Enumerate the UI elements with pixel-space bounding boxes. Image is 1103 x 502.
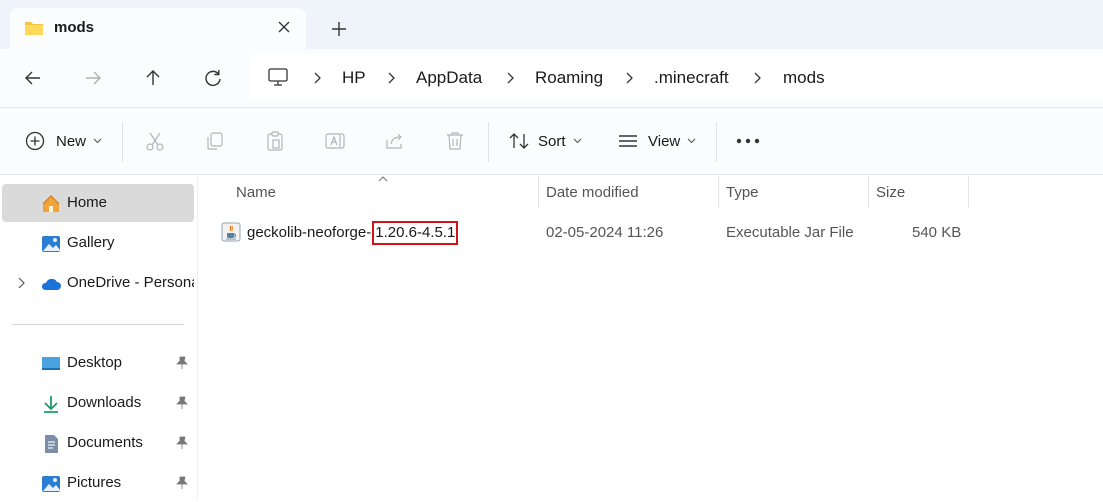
file-size: 540 KB	[912, 224, 962, 241]
breadcrumb-hp[interactable]: HP	[342, 68, 366, 88]
sidebar-item-label: OneDrive - Personal	[67, 274, 194, 291]
toolbar-separator	[122, 122, 123, 162]
view-icon	[619, 135, 637, 147]
file-name-prefix: geckolib-neoforge-	[247, 224, 372, 241]
breadcrumb-roaming[interactable]: Roaming	[535, 68, 603, 88]
chevron-down-icon	[687, 138, 696, 144]
table-row[interactable]: geckolib-neoforge- 1.20.6-4.5.1 02-05-202…	[198, 214, 1103, 250]
column-header-size[interactable]: Size	[876, 184, 905, 201]
chevron-right-icon	[507, 72, 514, 84]
refresh-button[interactable]	[200, 65, 226, 91]
document-icon	[45, 435, 58, 453]
refresh-icon	[205, 70, 221, 87]
file-list: Name Date modified Type Size geckolib-ne…	[198, 176, 1103, 500]
close-icon[interactable]	[274, 17, 294, 37]
sort-icon	[509, 133, 529, 149]
plus-circle-icon	[25, 131, 45, 151]
column-header-name[interactable]: Name	[236, 184, 276, 201]
toolbar-separator	[716, 122, 717, 162]
chevron-down-icon	[93, 138, 102, 144]
breadcrumb-minecraft[interactable]: .minecraft	[654, 68, 729, 88]
breadcrumb-appdata[interactable]: AppData	[416, 68, 482, 88]
navigation-bar: HP AppData Roaming .minecraft mods	[0, 49, 1103, 107]
new-tab-icon[interactable]	[328, 18, 350, 40]
pin-icon[interactable]	[175, 476, 189, 490]
view-button[interactable]: View	[617, 130, 696, 152]
chevron-right-icon	[314, 72, 321, 84]
paste-icon[interactable]	[264, 130, 286, 152]
arrow-left-icon	[25, 71, 40, 85]
gallery-icon	[42, 236, 60, 252]
back-button[interactable]	[20, 65, 46, 91]
chevron-right-icon[interactable]	[17, 277, 25, 289]
delete-icon[interactable]	[444, 130, 466, 152]
sidebar-item-onedrive[interactable]: OneDrive - Personal	[2, 264, 194, 302]
sidebar-divider	[12, 324, 184, 325]
sort-label: Sort	[538, 132, 566, 150]
sort-button[interactable]: Sort	[508, 130, 582, 152]
rename-icon[interactable]	[324, 130, 346, 152]
sidebar-item-home[interactable]: Home	[2, 184, 194, 222]
sidebar-item-gallery[interactable]: Gallery	[2, 224, 194, 262]
column-separator[interactable]	[718, 176, 719, 208]
column-separator[interactable]	[868, 176, 869, 208]
copy-icon[interactable]	[204, 130, 226, 152]
chevron-right-icon	[388, 72, 395, 84]
chevron-right-icon	[626, 72, 633, 84]
desktop-icon	[42, 357, 60, 370]
new-label: New	[56, 132, 87, 150]
tab-mods[interactable]: mods	[10, 8, 306, 49]
chevron-down-icon	[573, 138, 581, 144]
sidebar-item-documents[interactable]: Documents	[2, 424, 194, 462]
home-icon	[42, 194, 60, 212]
file-name[interactable]: geckolib-neoforge- 1.20.6-4.5.1	[247, 221, 459, 245]
tab-title: mods	[54, 19, 95, 36]
navigation-pane: Home Gallery OneDrive - Personal Desktop…	[0, 176, 197, 500]
sidebar-item-pictures[interactable]: Pictures	[2, 464, 194, 502]
folder-icon	[25, 22, 43, 35]
highlighted-version: 1.20.6-4.5.1	[372, 221, 459, 245]
forward-button[interactable]	[80, 65, 106, 91]
chevron-right-icon	[754, 72, 761, 84]
view-label: View	[648, 132, 681, 150]
sidebar-item-label: Home	[67, 194, 108, 211]
pin-icon[interactable]	[175, 436, 189, 450]
new-button[interactable]: New	[24, 130, 102, 152]
cut-icon[interactable]	[144, 130, 166, 152]
column-separator[interactable]	[538, 176, 539, 208]
pin-icon[interactable]	[175, 356, 189, 370]
more-options-icon[interactable]	[736, 138, 760, 144]
up-button[interactable]	[140, 65, 166, 91]
sidebar-item-desktop[interactable]: Desktop	[2, 344, 194, 382]
command-bar: New Sort View	[0, 108, 1103, 175]
column-header-type[interactable]: Type	[726, 184, 759, 201]
address-bar[interactable]: HP AppData Roaming .minecraft mods	[250, 54, 1103, 100]
column-separator[interactable]	[968, 176, 969, 208]
arrow-up-icon	[146, 70, 160, 85]
pictures-icon	[42, 476, 60, 492]
share-icon[interactable]	[384, 130, 406, 152]
arrow-right-icon	[86, 71, 101, 85]
file-date: 02-05-2024 11:26	[546, 224, 664, 241]
toolbar-separator	[488, 122, 489, 162]
breadcrumb-mods[interactable]: mods	[783, 68, 825, 88]
sidebar-item-label: Gallery	[67, 234, 115, 251]
sidebar-item-downloads[interactable]: Downloads	[2, 384, 194, 422]
pin-icon[interactable]	[175, 396, 189, 410]
file-type: Executable Jar File	[726, 224, 854, 241]
download-icon	[44, 396, 58, 413]
computer-icon	[268, 68, 288, 86]
sort-ascending-icon	[378, 176, 388, 182]
cloud-icon	[41, 278, 61, 290]
java-jar-icon	[221, 222, 241, 242]
column-header-date[interactable]: Date modified	[546, 184, 639, 201]
